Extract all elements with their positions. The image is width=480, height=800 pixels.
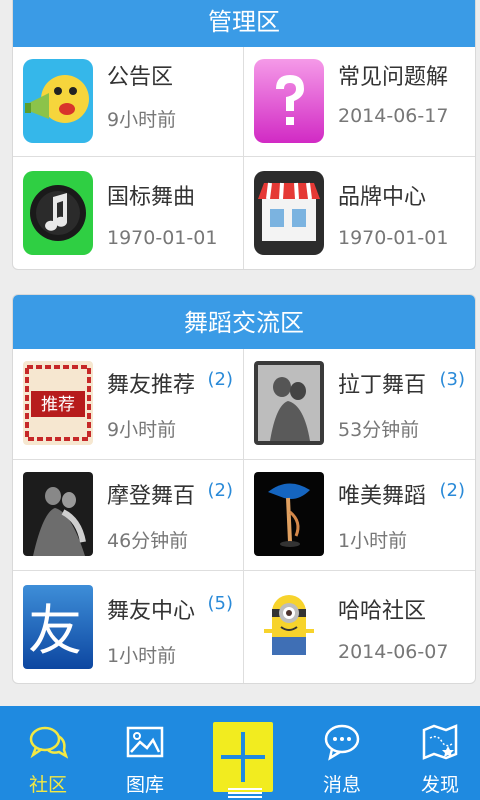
megaphone-icon — [23, 59, 93, 143]
section-header: 舞蹈交流区 — [13, 295, 475, 349]
item-title: 舞友中心 — [107, 599, 196, 624]
plus-icon — [221, 732, 265, 782]
item-time: 53分钟前 — [338, 419, 420, 441]
recommend-badge-text: 推荐 — [41, 395, 75, 415]
tab-community[interactable]: 社区 — [0, 706, 96, 800]
item-time: 1970-01-01 — [338, 227, 449, 249]
tab-label: 图库 — [125, 774, 164, 796]
item-title: 摩登舞百 — [107, 484, 196, 509]
forum-item-modern-dance[interactable]: 摩登舞百 (2) 46分钟前 — [13, 460, 244, 571]
item-time: 1970-01-01 — [107, 227, 218, 249]
item-time: 9小时前 — [107, 419, 177, 441]
post-count-badge: (2) — [207, 480, 234, 501]
tab-label: 社区 — [28, 774, 67, 796]
forum-item-faq[interactable]: 常见问题解 2014-06-17 — [244, 47, 475, 157]
drag-handle-icon[interactable] — [228, 788, 262, 798]
item-title: 舞友推荐 — [107, 373, 196, 398]
tab-label: 消息 — [322, 774, 361, 796]
friend-glyph: 友 — [28, 599, 82, 662]
forum-item-friend-center[interactable]: 友 舞友中心 (5) 1小时前 — [13, 571, 244, 683]
tab-discover[interactable]: 发现 — [392, 706, 480, 800]
post-count-badge: (2) — [207, 369, 234, 390]
compose-button[interactable] — [213, 722, 273, 792]
section-title: 管理区 — [208, 8, 280, 36]
tab-messages[interactable]: 消息 — [294, 706, 390, 800]
item-title: 常见问题解 — [338, 65, 449, 90]
item-title: 哈哈社区 — [338, 599, 427, 624]
forum-item-latin-dance[interactable]: 拉丁舞百 (3) 53分钟前 — [244, 349, 475, 460]
item-title: 国标舞曲 — [107, 185, 196, 210]
item-time: 2014-06-17 — [338, 105, 449, 127]
item-time: 9小时前 — [107, 109, 177, 131]
friend-center-icon: 友 — [23, 585, 93, 669]
message-icon — [324, 724, 360, 761]
forum-item-aesthetic-dance[interactable]: 唯美舞蹈 (2) 1小时前 — [244, 460, 475, 571]
minion-icon — [254, 585, 324, 669]
storefront-icon — [254, 171, 324, 255]
item-time: 2014-06-07 — [338, 641, 449, 663]
section-title: 舞蹈交流区 — [184, 309, 304, 337]
section-header: 管理区 — [13, 0, 475, 47]
image-icon — [126, 726, 164, 758]
modern-dance-photo — [23, 472, 93, 556]
aesthetic-dance-photo — [254, 472, 324, 556]
map-icon — [422, 724, 458, 760]
item-title: 唯美舞蹈 — [338, 484, 427, 509]
forum-item-haha-community[interactable]: 哈哈社区 2014-06-07 — [244, 571, 475, 683]
post-count-badge: (2) — [439, 480, 466, 501]
tab-label: 发现 — [420, 774, 459, 796]
music-note-icon — [23, 171, 93, 255]
forum-item-announcements[interactable]: 公告区 9小时前 — [13, 47, 244, 157]
item-time: 1小时前 — [107, 645, 177, 667]
tab-gallery[interactable]: 图库 — [97, 706, 193, 800]
question-icon — [254, 59, 324, 143]
dance-exchange-section: 舞蹈交流区 推荐 舞友推荐 (2) 9小时前 拉丁舞百 (3) 53分钟前 摩登… — [12, 294, 476, 684]
item-title: 拉丁舞百 — [338, 373, 427, 398]
item-time: 1小时前 — [338, 530, 408, 552]
item-time: 46分钟前 — [107, 530, 189, 552]
forum-item-friend-recommend[interactable]: 推荐 舞友推荐 (2) 9小时前 — [13, 349, 244, 460]
item-title: 品牌中心 — [338, 185, 427, 210]
latin-dance-photo — [254, 361, 324, 445]
chat-bubbles-icon — [29, 726, 68, 759]
post-count-badge: (5) — [207, 593, 234, 614]
item-title: 公告区 — [107, 65, 174, 90]
management-section: 管理区 公告区 9小时前 常见问题解 2014-06-17 国标舞曲 1970-… — [12, 0, 476, 270]
recommend-icon: 推荐 — [23, 361, 93, 445]
forum-item-ballroom-music[interactable]: 国标舞曲 1970-01-01 — [13, 157, 244, 269]
forum-item-brand-center[interactable]: 品牌中心 1970-01-01 — [244, 157, 475, 269]
post-count-badge: (3) — [439, 369, 466, 390]
